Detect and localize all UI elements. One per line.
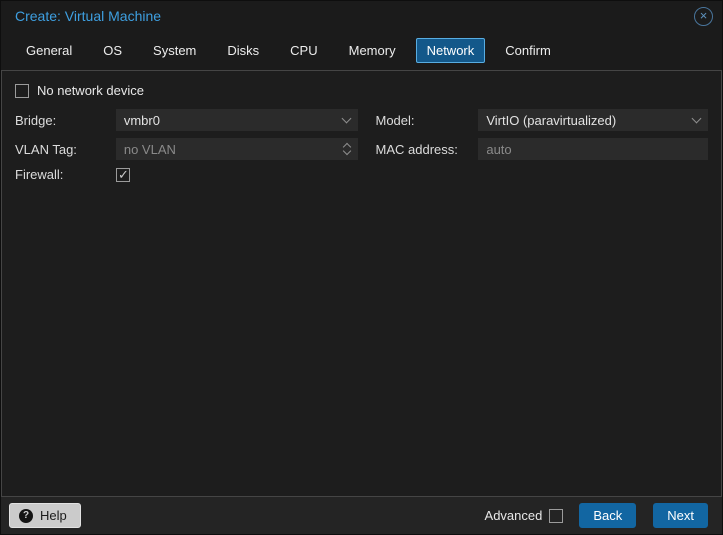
- vlan-tag-label: VLAN Tag:: [15, 141, 77, 157]
- firewall-row: Firewall:: [15, 167, 708, 183]
- dialog-footer: ? Help Advanced Back Next: [1, 497, 722, 534]
- no-network-device-checkbox[interactable]: [15, 83, 29, 98]
- vlan-tag-placeholder: no VLAN: [123, 141, 176, 157]
- mac-address-input[interactable]: [478, 138, 709, 160]
- tab-network[interactable]: Network: [415, 38, 486, 63]
- close-icon[interactable]: ×: [694, 6, 713, 26]
- chevron-down-icon[interactable]: [691, 113, 702, 124]
- model-dropdown[interactable]: VirtIO (paravirtualized): [478, 109, 709, 131]
- vlan-mac-row: VLAN Tag: no VLAN MAC address:: [15, 138, 709, 160]
- bridge-value: vmbr0: [123, 112, 160, 128]
- question-circle-icon: ?: [19, 508, 33, 523]
- model-label: Model:: [375, 112, 415, 128]
- dialog-titlebar: Create: Virtual Machine ×: [1, 1, 722, 31]
- advanced-label: Advanced: [484, 508, 543, 523]
- dialog-title: Create: Virtual Machine: [15, 8, 162, 24]
- tab-confirm[interactable]: Confirm: [494, 38, 562, 63]
- help-button[interactable]: ? Help: [9, 503, 81, 528]
- help-button-label: Help: [40, 508, 67, 523]
- vlan-tag-spinner: no VLAN: [115, 138, 358, 160]
- firewall-label: Firewall:: [15, 167, 64, 182]
- tab-disks[interactable]: Disks: [216, 38, 270, 63]
- advanced-toggle: Advanced: [485, 508, 564, 523]
- create-vm-dialog: Create: Virtual Machine × General OS Sys…: [0, 0, 723, 535]
- no-network-device-label: No network device: [37, 83, 144, 98]
- tab-bar: General OS System Disks CPU Memory Netwo…: [1, 31, 722, 70]
- no-network-device-row: No network device: [15, 83, 708, 98]
- bridge-label: Bridge:: [15, 112, 57, 128]
- mac-address-label: MAC address:: [375, 141, 458, 157]
- tab-system[interactable]: System: [142, 38, 207, 63]
- tab-memory[interactable]: Memory: [338, 38, 407, 63]
- tab-os[interactable]: OS: [92, 38, 133, 63]
- next-button[interactable]: Next: [653, 503, 708, 528]
- bridge-dropdown[interactable]: vmbr0: [115, 109, 358, 131]
- tab-general[interactable]: General: [15, 38, 83, 63]
- network-tab-panel: No network device Bridge: vmbr0 Model: V…: [1, 70, 722, 497]
- model-value: VirtIO (paravirtualized): [486, 112, 617, 128]
- chevron-down-icon[interactable]: [341, 113, 351, 124]
- back-button[interactable]: Back: [579, 503, 637, 528]
- advanced-checkbox[interactable]: [549, 508, 564, 523]
- bridge-model-row: Bridge: vmbr0 Model: VirtIO (paravirtual…: [15, 109, 709, 131]
- tab-cpu[interactable]: CPU: [279, 38, 328, 63]
- spinner-arrows-icon: [342, 142, 351, 156]
- firewall-checkbox[interactable]: [116, 167, 130, 183]
